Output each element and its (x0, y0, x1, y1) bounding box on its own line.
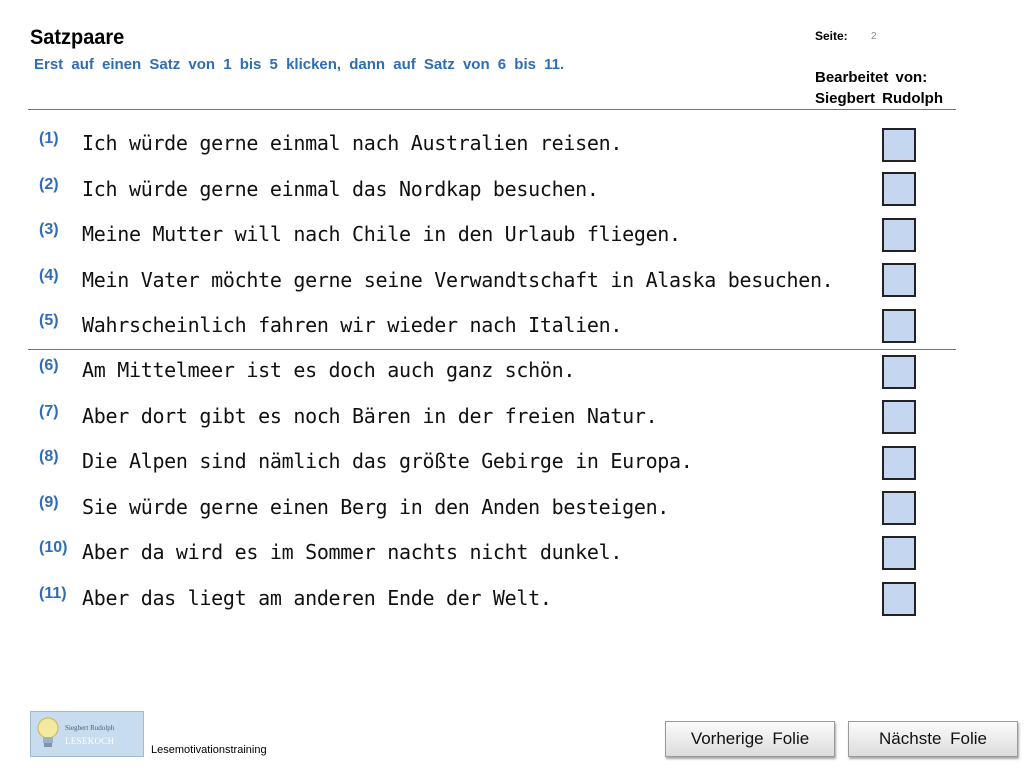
next-slide-button[interactable]: Nächste Folie (848, 721, 1018, 757)
lesekoch-logo: Siegbert Rudolph LESEKOCH (30, 711, 144, 757)
sentence-text[interactable]: Aber da wird es im Sommer nachts nicht d… (82, 540, 622, 564)
select-box-3[interactable] (882, 218, 916, 252)
sentence-row-1: (1) Ich würde gerne einmal nach Australi… (0, 128, 1024, 176)
select-box-7[interactable] (882, 400, 916, 434)
sentence-row-6: (6) Am Mittelmeer ist es doch auch ganz … (0, 355, 1024, 403)
sentence-text[interactable]: Wahrscheinlich fahren wir wieder nach It… (82, 313, 622, 337)
sentence-number: (3) (39, 221, 59, 238)
footer-caption: Lesemotivationstraining (151, 744, 267, 756)
sentence-number: (1) (39, 130, 59, 147)
sentence-number: (11) (39, 585, 67, 602)
select-box-2[interactable] (882, 172, 916, 206)
sentence-row-5: (5) Wahrscheinlich fahren wir wieder nac… (0, 309, 1024, 358)
sentence-text[interactable]: Ich würde gerne einmal das Nordkap besuc… (82, 177, 599, 201)
sentence-row-2: (2) Ich würde gerne einmal das Nordkap b… (0, 172, 1024, 222)
editor-credit: Bearbeitet von: Siegbert Rudolph (815, 67, 943, 109)
logo-author: Siegbert Rudolph (65, 724, 115, 732)
sentence-number: (9) (39, 494, 59, 511)
sentence-text[interactable]: Sie würde gerne einen Berg in den Anden … (82, 495, 669, 519)
editor-label: Bearbeitet von: (815, 69, 928, 86)
sentence-text[interactable]: Ich würde gerne einmal nach Australien r… (82, 131, 622, 155)
sentence-row-11: (11) Aber das liegt am anderen Ende der … (0, 582, 1024, 631)
sentence-number: (7) (39, 403, 59, 420)
page-label: Seite: (815, 29, 848, 43)
select-box-5[interactable] (882, 309, 916, 343)
select-box-4[interactable] (882, 263, 916, 297)
editor-name: Siegbert Rudolph (815, 90, 943, 107)
sentence-text[interactable]: Die Alpen sind nämlich das größte Gebirg… (82, 449, 693, 473)
select-box-6[interactable] (882, 355, 916, 389)
sentence-text[interactable]: Am Mittelmeer ist es doch auch ganz schö… (82, 358, 575, 382)
select-box-9[interactable] (882, 491, 916, 525)
page-title: Satzpaare (30, 26, 125, 49)
sentence-row-10: (10) Aber da wird es im Sommer nachts ni… (0, 536, 1024, 585)
sentence-number: (4) (39, 267, 59, 284)
sentence-number: (10) (39, 539, 68, 556)
select-box-10[interactable] (882, 536, 916, 570)
sentence-number: (5) (39, 312, 59, 329)
sentence-text[interactable]: Aber dort gibt es noch Bären in der frei… (82, 404, 658, 428)
previous-slide-button[interactable]: Vorherige Folie (665, 721, 835, 757)
sentence-row-9: (9) Sie würde gerne einen Berg in den An… (0, 491, 1024, 540)
lightbulb-icon (37, 717, 59, 747)
select-box-1[interactable] (882, 128, 916, 162)
sentence-number: (2) (39, 176, 59, 193)
sentence-number: (8) (39, 448, 59, 465)
instruction-text: Erst auf einen Satz von 1 bis 5 klicken,… (34, 56, 565, 73)
sentence-row-8: (8) Die Alpen sind nämlich das größte Ge… (0, 446, 1024, 494)
sentence-text[interactable]: Aber das liegt am anderen Ende der Welt. (82, 586, 552, 610)
logo-brand: LESEKOCH (65, 736, 115, 746)
sentence-number: (6) (39, 357, 59, 374)
select-box-8[interactable] (882, 446, 916, 480)
top-divider (28, 109, 956, 110)
select-box-11[interactable] (882, 582, 916, 616)
sentence-row-3: (3) Meine Mutter will nach Chile in den … (0, 218, 1024, 267)
sentence-row-7: (7) Aber dort gibt es noch Bären in der … (0, 400, 1024, 449)
sentence-row-4: (4) Mein Vater möchte gerne seine Verwan… (0, 263, 1024, 313)
sentence-text[interactable]: Mein Vater möchte gerne seine Verwandtsc… (82, 268, 834, 292)
sentence-text[interactable]: Meine Mutter will nach Chile in den Urla… (82, 222, 681, 246)
page-number: 2 (871, 31, 877, 42)
